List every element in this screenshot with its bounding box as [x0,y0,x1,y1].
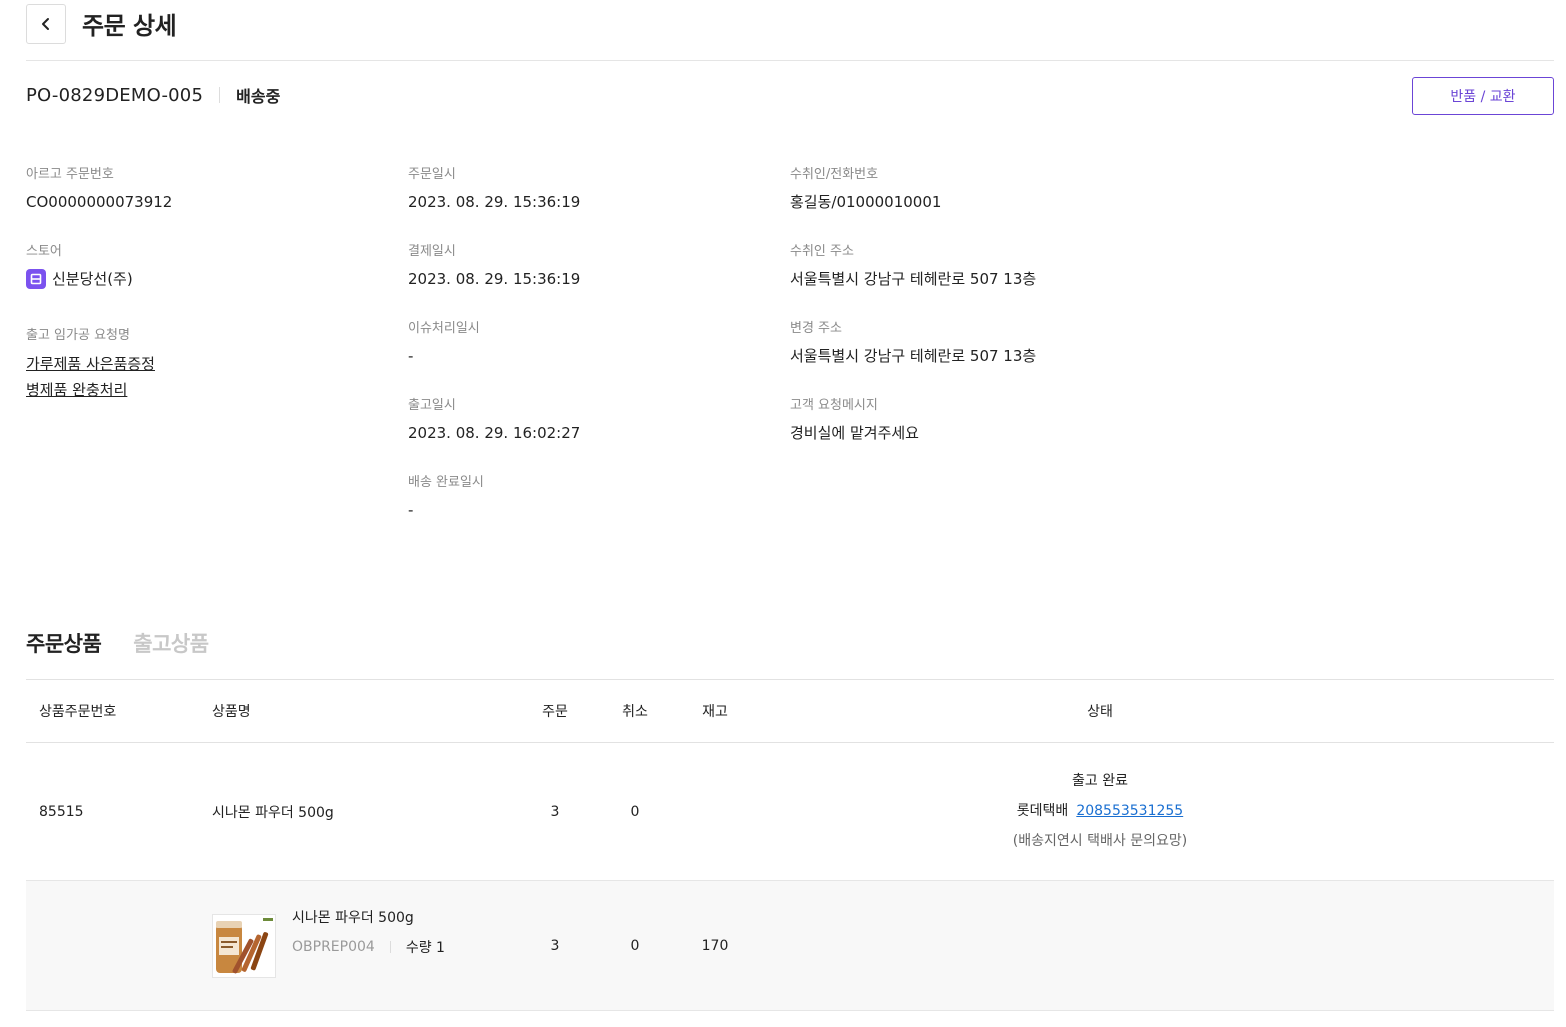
field-label: 출고일시 [408,398,456,413]
cancel-qty: 0 [630,803,640,820]
header-cancel-qty: 취소 [622,704,648,720]
processing-request-field: 출고 임가공 요청명 가루제품 사은품증정 병제품 완충처리 [26,328,155,403]
tab-shipped-products[interactable]: 출고상품 [133,628,209,658]
table-row: 85515 시나몬 파우더 500g 3 0 출고 완료 롯데택배 2085535… [26,743,1554,881]
field-label: 결제일시 [408,244,456,259]
store-field: 스토어 신분당선(주) [26,244,133,289]
order-products-table: 상품주문번호 상품명 주문 취소 재고 상태 85515 시나몬 파우더 500… [26,679,1554,1011]
header-status: 상태 [1087,704,1113,720]
processing-request-link[interactable]: 병제품 완충처리 [26,377,155,403]
order-summary: PO-0829DEMO-005 배송중 [26,82,280,108]
table-header: 상품주문번호 상품명 주문 취소 재고 상태 [26,679,1554,743]
carrier-info: 롯데택배 208553531255 [1017,802,1183,821]
argo-order-no-field: 아르고 주문번호 CO0000000073912 [26,167,172,212]
divider [219,87,221,103]
order-status: 배송중 [236,87,281,106]
item-sku: OBPREP004 [292,939,375,955]
field-value: 서울특별시 강남구 테헤란로 507 13층 [790,270,1037,288]
page-title: 주문 상세 [82,12,177,40]
header-order-qty: 주문 [542,704,568,720]
address-field: 수취인 주소 서울특별시 강남구 테헤란로 507 13층 [790,244,1036,289]
item-info: 시나몬 파우더 500g OBPREP004 수량 1 [292,909,445,957]
field-label: 수취인 주소 [790,244,854,259]
item-meta: OBPREP004 수량 1 [292,937,445,957]
store-value: 신분당선(주) [26,269,133,289]
product-tabs: 주문상품 출고상품 [26,628,209,658]
store-icon [26,269,46,289]
field-label: 출고 임가공 요청명 [26,328,130,343]
tab-order-products[interactable]: 주문상품 [26,628,102,658]
header-product-order-no: 상품주문번호 [39,704,117,720]
table-row-item: 시나몬 파우더 500g OBPREP004 수량 1 3 0 170 [26,881,1554,1011]
customer-message-field: 고객 요청메시지 경비실에 맡겨주세요 [790,398,919,443]
field-label: 수취인/전화번호 [790,167,879,182]
issue-date-field: 이슈처리일시 - [408,321,480,366]
processing-request-link[interactable]: 가루제품 사은품증정 [26,351,155,377]
field-label: 이슈처리일시 [408,321,480,336]
field-value: 경비실에 맡겨주세요 [790,424,919,442]
item-name: 시나몬 파우더 500g [292,910,414,926]
tracking-number-link[interactable]: 208553531255 [1076,803,1183,819]
back-button[interactable] [26,4,66,44]
delay-note: (배송지연시 택배사 문의요망) [1012,833,1188,849]
field-label: 배송 완료일시 [408,475,484,490]
order-date-field: 주문일시 2023. 08. 29. 15:36:19 [408,167,580,212]
return-exchange-button[interactable]: 반품 / 교환 [1412,77,1554,115]
chevron-left-icon [42,18,49,30]
status-cell: 출고 완료 롯데택배 208553531255 (배송지연시 택배사 문의요망) [774,743,1426,880]
shipped-date-field: 출고일시 2023. 08. 29. 16:02:27 [408,398,580,443]
field-value: 홍길동/01000010001 [790,193,942,211]
item-quantity: 수량 1 [405,940,445,956]
payment-date-field: 결제일시 2023. 08. 29. 15:36:19 [408,244,580,289]
status-text: 출고 완료 [1072,773,1128,789]
header-product-name: 상품명 [212,704,251,720]
product-name: 시나몬 파우더 500g [212,804,334,821]
header-stock: 재고 [702,704,728,720]
field-value: - [408,501,414,519]
divider [389,941,391,953]
cancel-qty: 0 [630,937,640,954]
product-order-no: 85515 [39,803,84,820]
order-qty: 3 [550,937,560,954]
field-value: - [408,347,414,365]
store-name: 신분당선(주) [52,270,133,288]
field-label: 변경 주소 [790,321,842,336]
order-qty: 3 [550,803,560,820]
field-value: 서울특별시 강남구 테헤란로 507 13층 [790,347,1037,365]
recipient-field: 수취인/전화번호 홍길동/01000010001 [790,167,941,212]
field-label: 주문일시 [408,167,456,182]
carrier-name: 롯데택배 [1016,803,1069,819]
field-value: 2023. 08. 29. 15:36:19 [408,270,581,288]
shipping-status: 출고 완료 롯데택배 208553531255 (배송지연시 택배사 문의요망) [1013,772,1187,851]
product-thumbnail [212,914,276,978]
field-value: 2023. 08. 29. 15:36:19 [408,193,581,211]
changed-address-field: 변경 주소 서울특별시 강남구 테헤란로 507 13층 [790,321,1036,366]
order-number: PO-0829DEMO-005 [26,84,204,106]
field-value: CO0000000073912 [26,193,173,211]
stock-qty: 170 [701,937,729,954]
field-label: 고객 요청메시지 [790,398,878,413]
field-label: 아르고 주문번호 [26,167,114,182]
page-header: 주문 상세 [26,0,1554,61]
field-value: 2023. 08. 29. 16:02:27 [408,424,581,442]
cinnamon-product-image [213,915,275,977]
field-label: 스토어 [26,244,62,259]
delivered-date-field: 배송 완료일시 - [408,475,484,520]
